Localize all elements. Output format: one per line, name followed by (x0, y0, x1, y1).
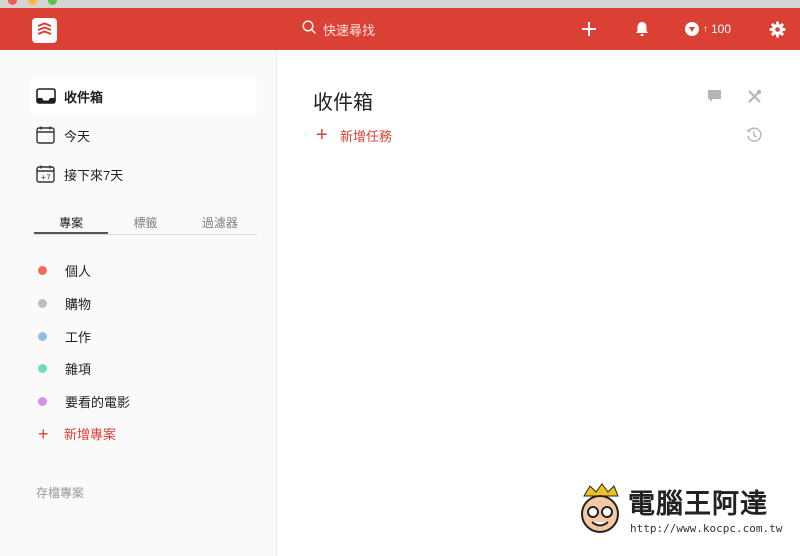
tab-labels[interactable]: 標籤 (108, 213, 182, 234)
karma-arrow-icon: ↑ (703, 23, 708, 35)
project-item-personal[interactable]: 個人 (38, 260, 91, 280)
close-window-button[interactable] (8, 0, 17, 5)
project-label: 購物 (65, 296, 92, 312)
calendar-icon (36, 126, 64, 144)
quick-add-button[interactable] (578, 18, 600, 40)
project-label: 工作 (65, 329, 92, 345)
todoist-logo-icon[interactable] (32, 18, 57, 43)
karma-button[interactable]: ↑ 100 (684, 18, 731, 40)
project-color-dot (38, 396, 47, 406)
plus-icon (582, 22, 596, 36)
sidebar-item-label: 接下來7天 (64, 167, 124, 183)
calendar-next7-icon: +7 (36, 165, 64, 183)
project-label: 雜項 (65, 361, 92, 377)
comments-button[interactable] (704, 86, 724, 106)
karma-icon (685, 22, 699, 36)
search-icon (302, 20, 317, 38)
add-task-label: 新增任務 (340, 128, 393, 144)
project-color-dot (38, 331, 47, 341)
watermark-title: 電腦王阿達 (628, 489, 768, 520)
project-color-dot (38, 298, 47, 308)
watermark: 電腦王阿達 http://www.kocpc.com.tw (574, 478, 786, 542)
minimize-window-button[interactable] (28, 0, 37, 5)
activity-history-button[interactable] (744, 125, 764, 145)
mascot-logo-icon (574, 482, 626, 538)
notifications-button[interactable] (631, 18, 653, 40)
history-icon (746, 127, 762, 142)
plus-icon: + (38, 423, 49, 444)
archived-projects-link[interactable]: 存檔專案 (36, 484, 84, 501)
tab-filters[interactable]: 過濾器 (183, 213, 257, 234)
inbox-icon (36, 88, 64, 104)
sidebar-item-label: 收件箱 (64, 89, 104, 105)
settings-button[interactable] (766, 18, 788, 40)
project-settings-button[interactable] (744, 86, 764, 106)
project-item-misc[interactable]: 雜項 (38, 358, 91, 378)
page-title: 收件箱 (313, 92, 373, 114)
project-label: 要看的電影 (65, 394, 131, 410)
sidebar-item-today[interactable]: 今天 (30, 118, 257, 152)
zoom-window-button[interactable] (48, 0, 57, 5)
sidebar-item-label: 今天 (64, 128, 91, 144)
bell-icon (636, 22, 648, 36)
project-item-movies[interactable]: 要看的電影 (38, 391, 130, 411)
sidebar-item-inbox[interactable]: 收件箱 (30, 79, 257, 113)
gear-icon (769, 21, 785, 37)
add-task-button[interactable]: + 新增任務 (316, 125, 392, 145)
sidebar-item-next-7-days[interactable]: +7 接下來7天 (30, 157, 257, 191)
project-item-work[interactable]: 工作 (38, 326, 91, 346)
sidebar: 收件箱 今天 +7 接下來7天 專案 標籤 過濾器 個人 購物 工作 雜項 要看… (0, 50, 277, 556)
add-project-label: 新增專案 (64, 427, 117, 442)
karma-value: 100 (711, 22, 732, 36)
comment-icon (707, 90, 721, 102)
project-label: 個人 (65, 263, 92, 279)
top-bar: 快速尋找 ↑ 100 (0, 8, 800, 50)
wrench-icon (747, 89, 761, 103)
project-color-dot (38, 363, 47, 373)
add-project-button[interactable]: + 新增專案 (38, 424, 116, 443)
tab-projects[interactable]: 專案 (34, 213, 109, 234)
watermark-url: http://www.kocpc.com.tw (630, 522, 783, 535)
project-color-dot (38, 265, 47, 275)
project-item-shopping[interactable]: 購物 (38, 293, 91, 313)
search-placeholder: 快速尋找 (323, 22, 376, 38)
plus-icon: + (316, 124, 328, 146)
window-titlebar (0, 0, 800, 8)
quick-find-search[interactable]: 快速尋找 (302, 19, 375, 39)
calendar-badge: +7 (40, 174, 50, 182)
sidebar-tabs: 專案 標籤 過濾器 (34, 213, 257, 235)
